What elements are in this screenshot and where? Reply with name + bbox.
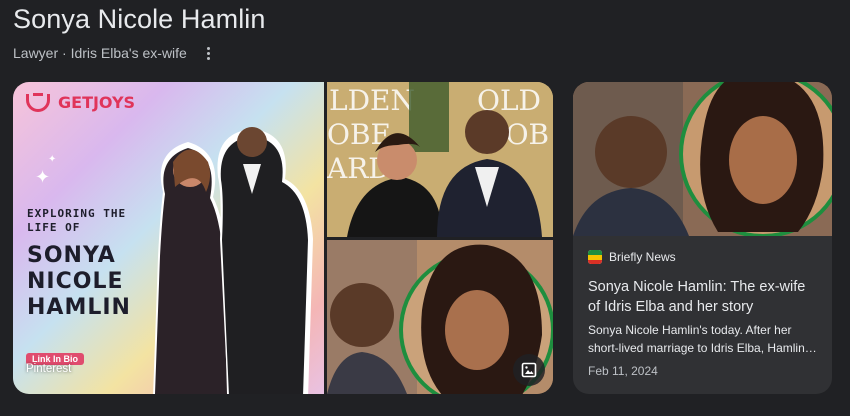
- svg-text:LDEN: LDEN: [329, 84, 415, 117]
- briefly-news-favicon-icon: [588, 250, 602, 264]
- article-card[interactable]: Briefly News Sonya Nicole Hamlin: The ex…: [573, 82, 832, 394]
- image-tile-top-right[interactable]: LDEN OLD OBE LOB ARD: [327, 82, 553, 237]
- entity-subtitle-row: Lawyer · Idris Elba's ex-wife: [13, 43, 217, 63]
- image-tile-bottom-right[interactable]: [327, 240, 553, 394]
- image-expand-icon[interactable]: [513, 354, 545, 386]
- golden-globes-photo: LDEN OLD OBE LOB ARD: [327, 82, 553, 237]
- article-source[interactable]: Briefly News: [588, 250, 676, 264]
- article-thumbnail[interactable]: [573, 82, 832, 236]
- entity-title[interactable]: Sonya Nicole Hamlin: [13, 4, 266, 35]
- entity-subtitle: Lawyer · Idris Elba's ex-wife: [13, 45, 187, 61]
- image-source-label[interactable]: Pinterest: [26, 363, 71, 375]
- article-date: Feb 11, 2024: [588, 364, 658, 378]
- more-options-icon[interactable]: [201, 44, 217, 62]
- image-tile-main[interactable]: GETJOYS ✦ ✦ EXPLORING THE LIFE OF SONYA …: [13, 82, 324, 394]
- article-snippet: Sonya Nicole Hamlin's today. After her s…: [588, 323, 817, 355]
- article-thumbnail-photo: [573, 82, 832, 236]
- article-title[interactable]: Sonya Nicole Hamlin: The ex-wife of Idri…: [588, 277, 820, 317]
- couple-photo-cutout: [153, 127, 313, 394]
- article-source-name: Briefly News: [609, 250, 676, 264]
